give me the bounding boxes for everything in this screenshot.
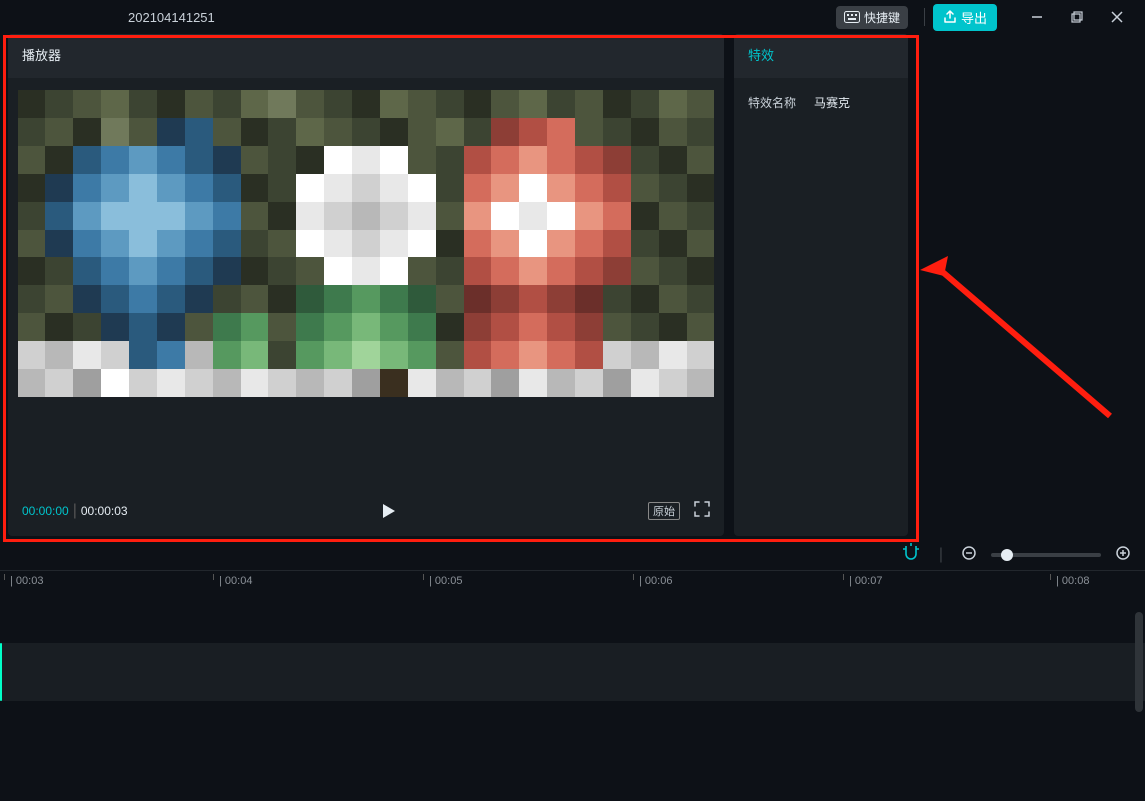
separator: [924, 8, 925, 26]
zoom-out-button[interactable]: [961, 545, 977, 566]
zoom-thumb[interactable]: [1001, 549, 1013, 561]
magnet-icon: [901, 543, 921, 563]
export-label: 导出: [961, 8, 987, 27]
preview-mosaic: [18, 90, 715, 397]
zoom-in-button[interactable]: [1115, 545, 1131, 566]
ratio-button[interactable]: 原始: [648, 502, 680, 520]
maximize-icon: [1071, 11, 1083, 23]
ruler-tick: | 00:04: [215, 575, 252, 587]
play-button[interactable]: [376, 499, 400, 523]
minimize-icon: [1031, 11, 1043, 23]
player-header: 播放器: [8, 34, 724, 78]
effect-name-value: 马赛克: [814, 94, 850, 111]
player-panel: 播放器 00:00:00 | 00:00:03 原始: [8, 34, 724, 536]
fullscreen-button[interactable]: [694, 501, 710, 522]
minimize-button[interactable]: [1017, 0, 1057, 34]
ruler-tick: | 00:08: [1052, 575, 1089, 587]
player-preview[interactable]: [8, 78, 724, 486]
maximize-button[interactable]: [1057, 0, 1097, 34]
time-separator: |: [73, 502, 77, 520]
effects-panel: 特效 特效名称 马赛克: [734, 34, 908, 536]
effect-name-label: 特效名称: [748, 94, 796, 111]
timeline-tracks[interactable]: [0, 643, 1145, 801]
export-icon: [943, 10, 957, 24]
ruler-tick: | 00:05: [425, 575, 462, 587]
video-track[interactable]: [0, 643, 1145, 701]
playhead-time: 00:00:00: [22, 504, 69, 518]
effects-header[interactable]: 特效: [734, 34, 908, 78]
project-name: 202104141251: [128, 10, 215, 25]
duration-time: 00:00:03: [81, 504, 128, 518]
clip[interactable]: [0, 643, 2, 701]
fullscreen-icon: [694, 501, 710, 517]
timeline-ruler[interactable]: | 00:03 | 00:04 | 00:05 | 00:06 | 00:07 | 00:…: [0, 570, 1145, 597]
hotkeys-button[interactable]: 快捷键: [836, 6, 908, 29]
hotkeys-label: 快捷键: [864, 9, 900, 26]
ruler-tick: | 00:07: [845, 575, 882, 587]
vertical-scrollbar[interactable]: [1135, 612, 1143, 712]
magnet-button[interactable]: [901, 543, 921, 568]
play-icon: [380, 503, 396, 519]
close-button[interactable]: [1097, 0, 1137, 34]
ruler-tick: | 00:03: [6, 575, 43, 587]
ruler-tick: | 00:06: [635, 575, 672, 587]
zoom-in-icon: [1115, 545, 1131, 561]
zoom-slider[interactable]: [991, 553, 1101, 557]
zoom-out-icon: [961, 545, 977, 561]
keyboard-icon: [844, 11, 860, 23]
export-button[interactable]: 导出: [933, 4, 997, 31]
close-icon: [1111, 11, 1123, 23]
